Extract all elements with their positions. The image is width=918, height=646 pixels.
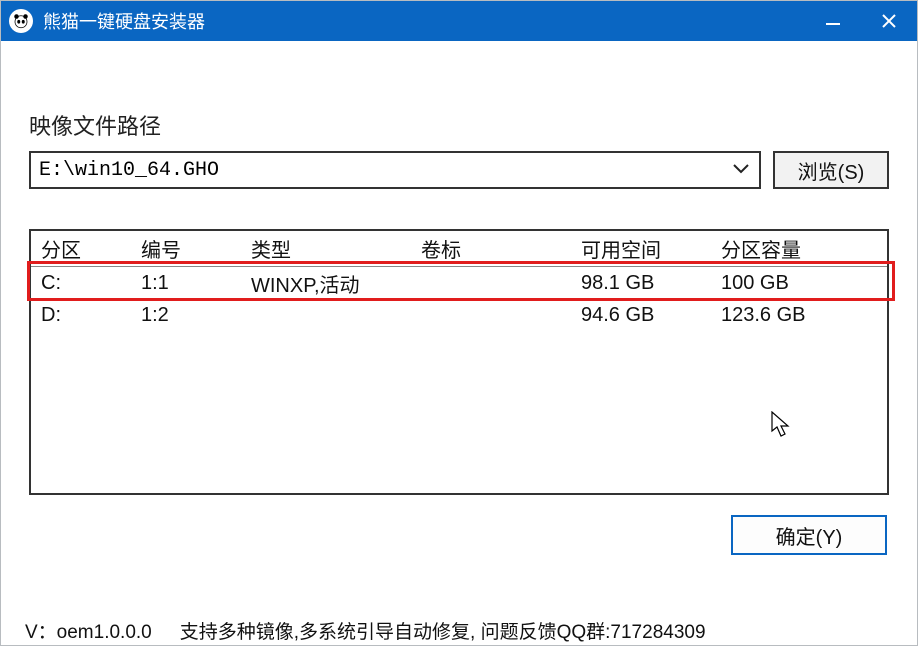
cell-partition: C:: [31, 272, 141, 295]
cell-index: 1:1: [141, 272, 251, 295]
footer-bar: V：oem1.0.0.0 支持多种镜像,多系统引导自动修复, 问题反馈QQ群:7…: [1, 615, 917, 645]
header-free: 可用空间: [581, 234, 721, 263]
cursor-icon: [771, 411, 791, 439]
browse-button[interactable]: 浏览(S): [773, 151, 889, 189]
cell-type: WINXP,活动: [251, 269, 421, 298]
close-icon: [880, 12, 898, 30]
image-path-combobox[interactable]: E:\win10_64.GHO: [29, 151, 761, 189]
image-path-value: E:\win10_64.GHO: [39, 159, 219, 182]
titlebar: 熊猫一键硬盘安装器: [1, 1, 917, 41]
cell-free: 94.6 GB: [581, 304, 721, 327]
header-index: 编号: [141, 234, 251, 263]
header-volume: 卷标: [421, 234, 581, 263]
table-row[interactable]: D: 1:2 94.6 GB 123.6 GB: [31, 299, 887, 331]
path-label: 映像文件路径: [29, 109, 889, 141]
minimize-icon: [824, 12, 842, 30]
table-row[interactable]: C: 1:1 WINXP,活动 98.1 GB 100 GB: [31, 267, 887, 299]
panda-icon: [9, 9, 33, 33]
app-window: 熊猫一键硬盘安装器 映像文件路径 E:\win10_64.GHO 浏览(S) 分…: [0, 0, 918, 646]
footer-note: 支持多种镜像,多系统引导自动修复, 问题反馈QQ群:717284309: [180, 617, 706, 644]
footer-version: V：oem1.0.0.0: [25, 617, 152, 644]
content-area: 映像文件路径 E:\win10_64.GHO 浏览(S) 分区 编号 类型 卷标…: [1, 41, 917, 615]
path-row: E:\win10_64.GHO 浏览(S): [29, 151, 889, 189]
close-button[interactable]: [861, 1, 917, 41]
ok-button[interactable]: 确定(Y): [731, 515, 887, 555]
ok-button-label: 确定(Y): [776, 521, 843, 550]
ok-row: 确定(Y): [29, 515, 889, 555]
table-header-row: 分区 编号 类型 卷标 可用空间 分区容量: [31, 231, 887, 267]
cell-partition: D:: [31, 304, 141, 327]
app-title: 熊猫一键硬盘安装器: [43, 8, 205, 34]
cell-capacity: 100 GB: [721, 272, 881, 295]
header-type: 类型: [251, 234, 421, 263]
cell-index: 1:2: [141, 304, 251, 327]
browse-button-label: 浏览(S): [798, 156, 865, 185]
chevron-down-icon: [733, 161, 749, 179]
minimize-button[interactable]: [805, 1, 861, 41]
header-partition: 分区: [31, 234, 141, 263]
partition-table: 分区 编号 类型 卷标 可用空间 分区容量 C: 1:1 WINXP,活动 98…: [29, 229, 889, 495]
cell-capacity: 123.6 GB: [721, 304, 881, 327]
cell-free: 98.1 GB: [581, 272, 721, 295]
header-capacity: 分区容量: [721, 234, 881, 263]
